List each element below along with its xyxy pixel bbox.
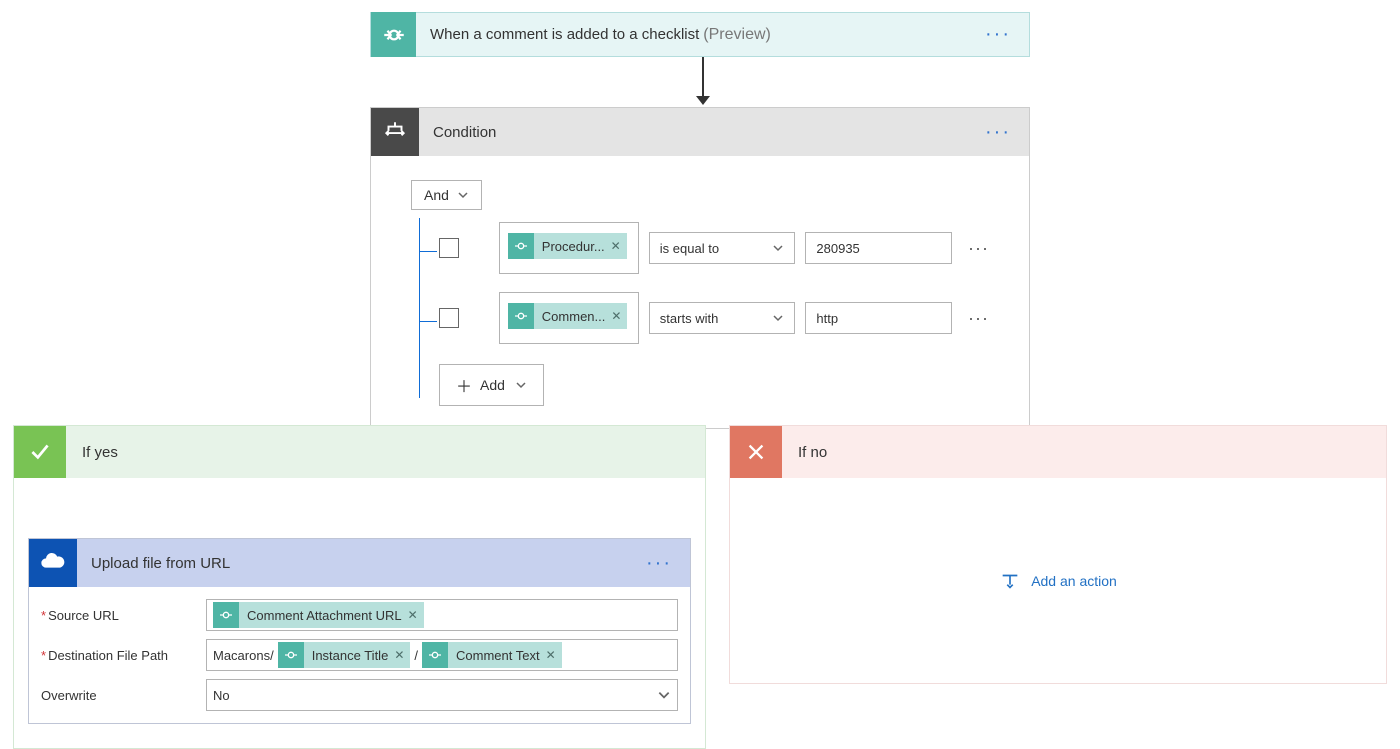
condition-title: Condition (433, 124, 496, 141)
chevron-down-icon (772, 312, 784, 324)
token-remove-icon[interactable]: ✕ (394, 648, 404, 662)
operator-dropdown[interactable]: is equal to (649, 232, 796, 264)
upload-action-card: Upload file from URL ··· *Source URL Com… (28, 538, 691, 724)
if-no-title: If no (798, 444, 827, 461)
group-operator-label: And (424, 187, 449, 203)
chevron-down-icon (515, 379, 527, 391)
upload-more-icon[interactable]: ··· (646, 552, 672, 575)
if-yes-header: If yes (14, 426, 705, 478)
condition-more-icon[interactable]: ··· (985, 121, 1011, 144)
add-action-button[interactable]: Add an action (999, 570, 1117, 592)
if-yes-title: If yes (82, 444, 118, 461)
token-remove-icon[interactable]: ✕ (408, 608, 418, 622)
process-street-icon (371, 12, 416, 57)
token-remove-icon[interactable]: ✕ (611, 309, 621, 323)
value-input[interactable]: 280935 (805, 232, 952, 264)
field-label: Overwrite (41, 688, 206, 703)
source-url-input[interactable]: Comment Attachment URL ✕ (206, 599, 678, 631)
if-no-branch: If no Add an action (729, 425, 1387, 684)
dynamic-token[interactable]: Instance Title ✕ (278, 642, 411, 668)
process-street-icon (278, 642, 304, 668)
source-url-row: *Source URL Comment Attachment URL ✕ (41, 595, 678, 635)
condition-icon (371, 108, 419, 156)
x-icon (730, 426, 782, 478)
condition-row: Procedur... ✕ is equal to 280935 ··· (439, 230, 989, 266)
row-more-icon[interactable]: ··· (968, 238, 989, 259)
trigger-title: When a comment is added to a checklist (430, 26, 699, 43)
add-action-label: Add an action (1031, 573, 1117, 589)
condition-row: Commen... ✕ starts with http ··· (439, 300, 989, 336)
dynamic-token[interactable]: Comment Attachment URL ✕ (213, 602, 424, 628)
process-street-icon (213, 602, 239, 628)
operand-field[interactable]: Commen... ✕ (499, 292, 639, 344)
token-label: Instance Title (304, 648, 395, 663)
operator-dropdown[interactable]: starts with (649, 302, 796, 334)
dest-path-row: *Destination File Path Macarons/ Instanc… (41, 635, 678, 675)
token-label: Comment Text (448, 648, 546, 663)
row-checkbox[interactable] (439, 308, 459, 328)
chevron-down-icon (457, 189, 469, 201)
if-no-header: If no (730, 426, 1386, 478)
upload-title: Upload file from URL (91, 555, 230, 572)
arrow-connector (696, 57, 710, 105)
row-more-icon[interactable]: ··· (968, 308, 989, 329)
process-street-icon (422, 642, 448, 668)
onedrive-icon (29, 539, 77, 587)
dynamic-token[interactable]: Commen... ✕ (508, 303, 628, 329)
process-street-icon (508, 303, 534, 329)
token-label: Procedur... (534, 239, 611, 254)
overwrite-row: Overwrite No (41, 675, 678, 715)
chevron-down-icon (772, 242, 784, 254)
token-remove-icon[interactable]: ✕ (546, 648, 556, 662)
token-label: Comment Attachment URL (239, 608, 408, 623)
field-label: *Destination File Path (41, 648, 206, 663)
operand-field[interactable]: Procedur... ✕ (499, 222, 639, 274)
preview-tag: (Preview) (703, 26, 771, 44)
process-street-icon (508, 233, 534, 259)
token-label: Commen... (534, 309, 612, 324)
plus-icon: ＋ (456, 373, 472, 397)
condition-card: Condition ··· And Procedur... ✕ (370, 107, 1030, 429)
add-action-icon (999, 570, 1021, 592)
add-label: Add (480, 377, 505, 393)
condition-header[interactable]: Condition ··· (371, 108, 1029, 156)
chevron-down-icon (657, 688, 671, 702)
overwrite-select[interactable]: No (206, 679, 678, 711)
dest-path-input[interactable]: Macarons/ Instance Title ✕ / (206, 639, 678, 671)
token-remove-icon[interactable]: ✕ (611, 239, 621, 253)
row-checkbox[interactable] (439, 238, 459, 258)
dynamic-token[interactable]: Procedur... ✕ (508, 233, 627, 259)
if-yes-branch: If yes Upload file from URL ··· *Source … (13, 425, 706, 749)
trigger-card[interactable]: When a comment is added to a checklist (… (370, 12, 1030, 57)
dynamic-token[interactable]: Comment Text ✕ (422, 642, 562, 668)
value-input[interactable]: http (805, 302, 952, 334)
check-icon (14, 426, 66, 478)
upload-header[interactable]: Upload file from URL ··· (29, 539, 690, 587)
group-operator-dropdown[interactable]: And (411, 180, 482, 210)
field-label: *Source URL (41, 608, 206, 623)
add-condition-button[interactable]: ＋ Add (439, 364, 544, 406)
trigger-more-icon[interactable]: ··· (985, 23, 1011, 46)
